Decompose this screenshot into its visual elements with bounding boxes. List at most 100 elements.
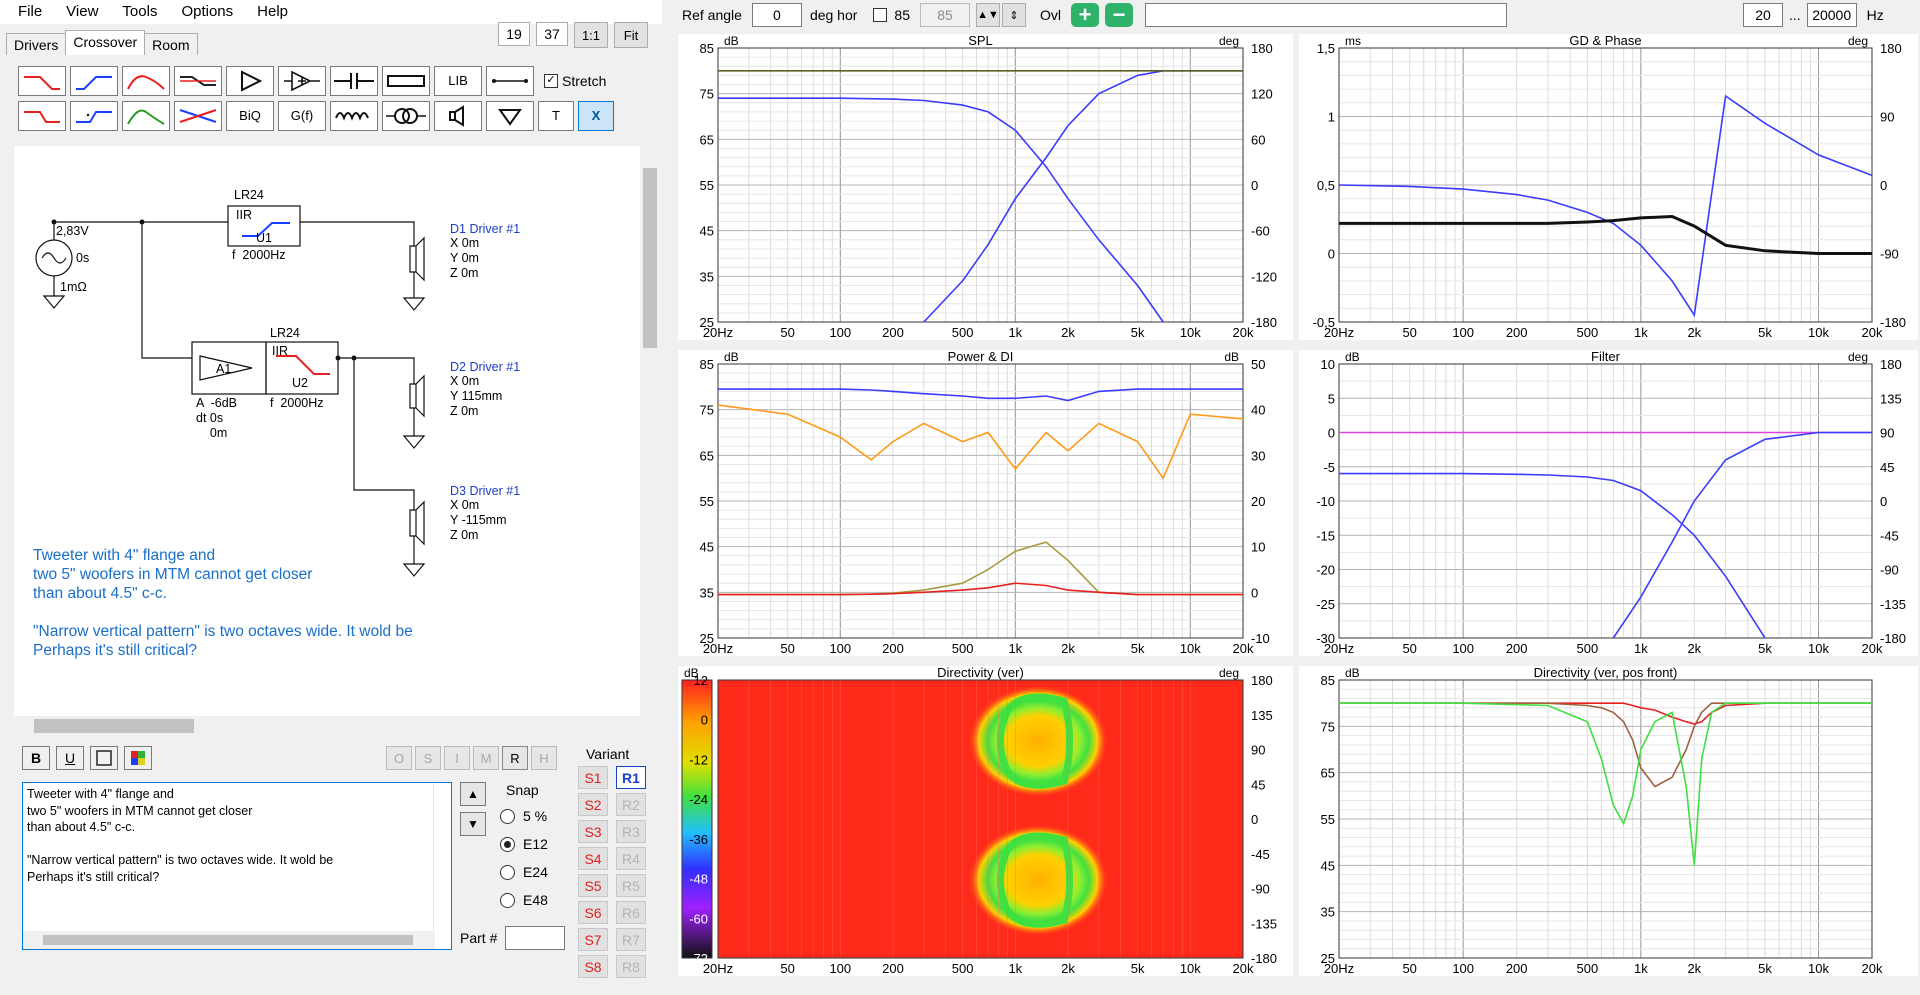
tab-room[interactable]: Room xyxy=(144,33,198,55)
variant-s3[interactable]: S3 xyxy=(578,820,608,843)
bold-button[interactable]: B xyxy=(22,746,50,770)
variant-s7[interactable]: S7 xyxy=(578,928,608,951)
driver3-name[interactable]: D3 Driver #1 xyxy=(450,484,520,499)
variant-r6[interactable]: R6 xyxy=(616,901,646,924)
variant-s8[interactable]: S8 xyxy=(578,955,608,978)
stretch-option[interactable]: ✓ Stretch xyxy=(544,73,606,89)
move-down-button[interactable]: ▼ xyxy=(460,812,486,836)
variant-s1[interactable]: S1 xyxy=(578,766,608,789)
menu-help[interactable]: Help xyxy=(245,0,300,24)
menu-tools[interactable]: Tools xyxy=(110,0,169,24)
speaker-icon[interactable] xyxy=(434,100,482,131)
inductor-icon[interactable] xyxy=(330,100,378,131)
spl-max-checkbox[interactable] xyxy=(873,8,888,22)
ref-angle-input[interactable]: 0 xyxy=(751,3,802,27)
notch-icon[interactable] xyxy=(174,100,222,131)
bandpass-icon[interactable] xyxy=(122,65,170,96)
button-i[interactable]: I xyxy=(444,746,470,770)
variant-r2[interactable]: R2 xyxy=(616,793,646,816)
tab-drivers[interactable]: Drivers xyxy=(6,33,67,55)
stretch-checkbox[interactable]: ✓ xyxy=(544,73,558,88)
note-vertical-scrollbar[interactable] xyxy=(433,783,451,931)
highpass-alt-icon[interactable] xyxy=(70,100,118,131)
variant-r7[interactable]: R7 xyxy=(616,928,646,951)
variant-r3[interactable]: R3 xyxy=(616,820,646,843)
directivity-ver-plot[interactable]: 12 0 -12 -24 -36 -48 -60 -72 Directivity (ver) dB… xyxy=(678,666,1293,976)
note-horizontal-scrollbar[interactable] xyxy=(23,931,435,949)
gd-phase-plot[interactable]: GD & Phase ms deg 1,5 1 0,5 0 -0,5 180 90 0 -90 -180… xyxy=(1299,34,1918,340)
resistor-icon[interactable] xyxy=(382,65,430,96)
directivity-front-plot[interactable]: Directivity (ver, pos front) dB 85 75 65 55 45… xyxy=(1299,666,1918,976)
text-tool-button[interactable]: T xyxy=(538,100,574,131)
tab-crossover[interactable]: Crossover xyxy=(65,30,146,55)
schematic-horizontal-scrollbar[interactable] xyxy=(14,716,660,736)
transformer-icon[interactable] xyxy=(382,100,430,131)
driver2-name[interactable]: D2 Driver #1 xyxy=(450,360,520,375)
variant-r8[interactable]: R8 xyxy=(616,955,646,978)
zoom-in-icon[interactable]: + xyxy=(1071,3,1099,27)
variant-s4[interactable]: S4 xyxy=(578,847,608,870)
button-r[interactable]: R xyxy=(502,746,528,770)
variant-r4[interactable]: R4 xyxy=(616,847,646,870)
power-di-plot[interactable]: Power & DI dB dB 85 75 65 55 45 35 25 50 40 30 20 10 0-… xyxy=(678,350,1293,656)
variant-r5[interactable]: R5 xyxy=(616,874,646,897)
button-h[interactable]: H xyxy=(531,746,557,770)
radio-button[interactable] xyxy=(500,836,515,852)
crossover-schematic[interactable]: 2,83V 0s 1mΩ LR24 IIR U1 f 2000Hz LR24 I… xyxy=(14,146,646,716)
freq-from-input[interactable]: 20 xyxy=(1743,3,1783,27)
radio-button[interactable] xyxy=(500,864,515,880)
radio-button[interactable] xyxy=(500,892,515,908)
underline-button[interactable]: U xyxy=(56,746,84,770)
button-m[interactable]: M xyxy=(473,746,499,770)
spl-max-input[interactable]: 85 xyxy=(920,3,970,27)
spin-extent-icon[interactable]: ⇕ xyxy=(1002,3,1026,27)
zoom-value-a[interactable]: 19 xyxy=(498,22,530,46)
zoom-one-to-one-button[interactable]: 1:1 xyxy=(574,22,608,48)
menu-file[interactable]: File xyxy=(6,0,54,24)
scroll-thumb[interactable] xyxy=(34,719,194,733)
zoom-fit-button[interactable]: Fit xyxy=(614,22,648,48)
menu-options[interactable]: Options xyxy=(169,0,245,24)
snap-option-5pct[interactable]: 5 % xyxy=(500,802,548,830)
variant-r1[interactable]: R1 xyxy=(616,766,646,789)
shelf-icon[interactable] xyxy=(174,65,222,96)
note-editor-text[interactable]: Tweeter with 4" flange and two 5" woofer… xyxy=(27,786,333,885)
part-number-input[interactable] xyxy=(505,926,566,950)
ground-icon[interactable] xyxy=(486,100,534,131)
scroll-thumb[interactable] xyxy=(43,935,413,945)
amplifier-icon[interactable] xyxy=(226,65,274,96)
scroll-thumb[interactable] xyxy=(643,168,657,348)
filter-plot[interactable]: Filter dB deg 10 5 0 -5 -10 -15 -20 -25 -30 180 135 90… xyxy=(1299,350,1918,656)
color-icon[interactable] xyxy=(124,746,152,770)
biquad-button[interactable]: BiQ xyxy=(226,100,274,131)
bandpass-alt-icon[interactable] xyxy=(122,100,170,131)
schematic-note[interactable]: Tweeter with 4" flange and two 5" woofer… xyxy=(33,546,413,660)
zoom-out-icon[interactable]: − xyxy=(1105,3,1133,27)
snap-option-e24[interactable]: E24 xyxy=(500,858,548,886)
highpass-icon[interactable] xyxy=(70,65,118,96)
spin-updown-icon[interactable]: ▲▼ xyxy=(976,3,1000,27)
variant-s6[interactable]: S6 xyxy=(578,901,608,924)
lowpass-icon[interactable] xyxy=(18,65,66,96)
lib-button[interactable]: LIB xyxy=(434,65,482,96)
menu-view[interactable]: View xyxy=(54,0,110,24)
button-s[interactable]: S xyxy=(415,746,441,770)
snap-option-e48[interactable]: E48 xyxy=(500,886,548,914)
spl-plot[interactable]: SPL dB deg 85 75 65 55 45 35 25 180 120 60 0 -60 -120 -1… xyxy=(678,34,1293,340)
lowpass-alt-icon[interactable] xyxy=(18,100,66,131)
zoom-value-b[interactable]: 37 xyxy=(536,22,568,46)
variant-s2[interactable]: S2 xyxy=(578,793,608,816)
driver1-name[interactable]: D1 Driver #1 xyxy=(450,222,520,237)
button-o[interactable]: O xyxy=(386,746,412,770)
border-icon[interactable] xyxy=(90,746,118,770)
gf-button[interactable]: G(f) xyxy=(278,100,326,131)
radio-button[interactable] xyxy=(500,808,515,824)
freq-to-input[interactable]: 20000 xyxy=(1806,3,1857,27)
overlay-input[interactable] xyxy=(1145,3,1507,27)
schematic-vertical-scrollbar[interactable] xyxy=(640,146,660,716)
note-editor[interactable]: Tweeter with 4" flange and two 5" woofer… xyxy=(22,782,452,950)
snap-option-e12[interactable]: E12 xyxy=(500,830,548,858)
variant-s5[interactable]: S5 xyxy=(578,874,608,897)
capacitor-icon[interactable] xyxy=(330,65,378,96)
delete-tool-button[interactable]: X xyxy=(578,100,614,131)
